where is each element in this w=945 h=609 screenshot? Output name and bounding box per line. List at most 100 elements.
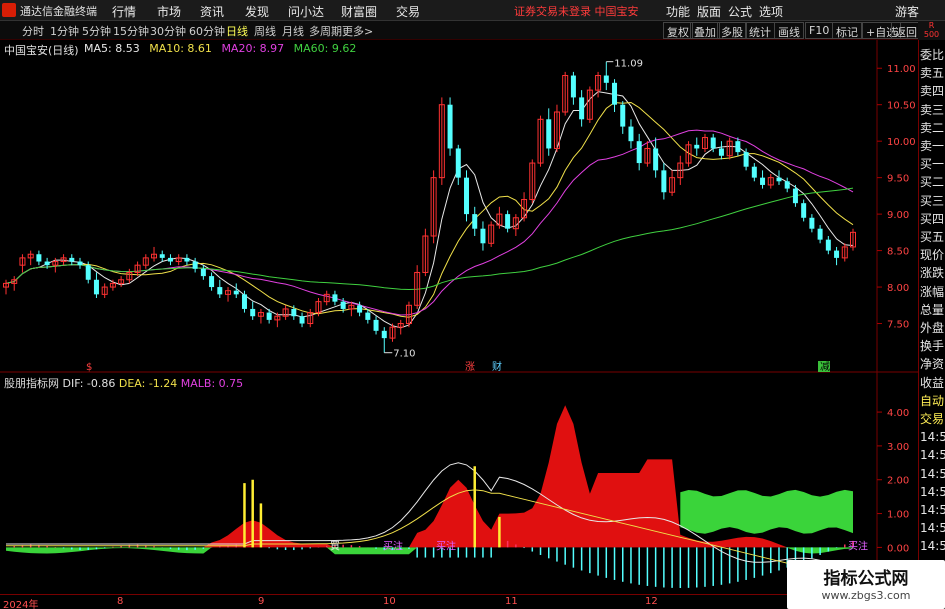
period-tab-8[interactable]: 月线	[282, 23, 304, 39]
candle-body	[603, 75, 609, 83]
event-marker-0: $	[86, 362, 92, 373]
date-axis: 2024年 8 9 10 11 12	[0, 594, 918, 609]
side-item-27[interactable]: 14:56	[920, 537, 945, 555]
menu-0[interactable]: 行情	[112, 3, 136, 20]
price-tick-label: 10.50	[887, 101, 916, 112]
right-menu-0[interactable]: 功能	[666, 3, 690, 20]
user-label[interactable]: 游客	[895, 3, 919, 20]
side-item-12[interactable]: 涨跌	[920, 264, 945, 282]
indicator-name[interactable]: 股朋指标网	[4, 377, 59, 390]
side-item-15[interactable]: 外盘	[920, 319, 945, 337]
side-item-22[interactable]: 14:56	[920, 446, 945, 464]
menu-2[interactable]: 资讯	[200, 3, 224, 20]
side-item-9[interactable]: 买四	[920, 210, 945, 228]
ma-legend: MA5: 8.53 MA10: 8.61 MA20: 8.97 MA60: 9.…	[84, 42, 362, 55]
login-status[interactable]: 证券交易未登录 中国宝安	[514, 3, 639, 19]
watermark: 指标公式网 www.zbgs3.com	[787, 560, 945, 609]
period-tab-1[interactable]: 1分钟	[50, 23, 79, 39]
side-item-10[interactable]: 买五	[920, 228, 945, 246]
candle-body	[217, 287, 223, 295]
toolbar-button-4[interactable]: 画线	[774, 22, 804, 39]
side-item-4[interactable]: 卖二	[920, 119, 945, 137]
right-menu-2[interactable]: 公式	[728, 3, 752, 20]
period-tab-2[interactable]: 5分钟	[82, 23, 111, 39]
candle-body	[85, 265, 91, 280]
date-tick-0: 2024年	[3, 600, 39, 609]
side-item-21[interactable]: 14:56	[920, 428, 945, 446]
toolbar-button-8[interactable]: 返回	[891, 22, 921, 39]
side-item-17[interactable]: 净资	[920, 355, 945, 373]
toolbar-button-2[interactable]: 多股	[717, 22, 747, 39]
toolbar-button-3[interactable]: 统计	[745, 22, 775, 39]
toolbar-button-0[interactable]: 复权	[663, 22, 693, 39]
period-tab-4[interactable]: 30分钟	[150, 23, 186, 39]
side-item-0[interactable]: 委比	[920, 46, 945, 64]
period-tab-10[interactable]: 更多>	[342, 23, 373, 39]
period-tab-9[interactable]: 多周期	[309, 23, 342, 39]
side-item-13[interactable]: 涨幅	[920, 283, 945, 301]
malb-label: MALB: 0.75	[180, 377, 244, 390]
indicator-title: 股朋指标网 DIF: -0.86 DEA: -1.24 MALB: 0.75	[4, 375, 243, 391]
candle-body	[69, 257, 75, 262]
side-item-23[interactable]: 14:56	[920, 465, 945, 483]
date-tick-1: 8	[117, 596, 124, 607]
candle-body	[480, 228, 486, 244]
low-price-label: 7.10	[393, 349, 415, 360]
side-item-2[interactable]: 卖四	[920, 82, 945, 100]
candle-body	[809, 217, 815, 229]
menu-6[interactable]: 交易	[396, 3, 420, 20]
side-item-19[interactable]: 自动	[920, 392, 945, 410]
candle-body	[718, 148, 724, 156]
date-tick-3: 10	[383, 596, 396, 607]
candle-body	[93, 279, 99, 295]
side-item-8[interactable]: 买三	[920, 192, 945, 210]
ind-tick-label: 0.00	[887, 543, 909, 554]
side-item-11[interactable]: 现价	[920, 246, 945, 264]
side-item-7[interactable]: 买二	[920, 173, 945, 191]
quote-side-panel: 委比 卖五 卖四 卖三 卖二 卖一 买一 买二 买三 买四 买五 现价 涨跌 涨幅 总量 外盘 换手 净资 收益 自动…	[918, 40, 945, 609]
event-marker-1: 涨	[465, 361, 475, 373]
menu-5[interactable]: 财富圈	[341, 3, 377, 20]
right-menu-3[interactable]: 选项	[759, 3, 783, 20]
menu-3[interactable]: 发现	[245, 3, 269, 20]
candle-body	[743, 152, 749, 167]
candle-body	[77, 261, 83, 266]
candle-body	[200, 268, 206, 277]
side-item-24[interactable]: 14:56	[920, 483, 945, 501]
price-tick-label: 11.00	[887, 64, 916, 75]
toolbar-button-6[interactable]: 标记	[832, 22, 862, 39]
side-item-1[interactable]: 卖五	[920, 64, 945, 82]
candle-body	[381, 330, 387, 339]
side-item-26[interactable]: 14:56	[920, 519, 945, 537]
signal-label-3: 买注	[848, 539, 868, 552]
side-item-3[interactable]: 卖三	[920, 101, 945, 119]
side-item-25[interactable]: 14:56	[920, 501, 945, 519]
side-item-5[interactable]: 卖一	[920, 137, 945, 155]
right-menu-1[interactable]: 版面	[697, 3, 721, 20]
toolbar-button-5[interactable]: F10	[805, 22, 834, 39]
dea-label: DEA: -1.24	[118, 377, 178, 390]
candle-body	[612, 82, 618, 105]
kline-chart[interactable]: 11.00 10.50 10.00 9.50 9.00 8.50 8.00 7.50 11.09…	[0, 40, 918, 594]
menu-1[interactable]: 市场	[157, 3, 181, 20]
candle-body	[579, 97, 585, 120]
ind-tick-label: 2.00	[887, 476, 909, 487]
side-item-16[interactable]: 换手	[920, 337, 945, 355]
period-tab-6[interactable]: 日线	[226, 23, 248, 39]
side-item-14[interactable]: 总量	[920, 301, 945, 319]
dif-label: DIF: -0.86	[62, 377, 116, 390]
candle-body	[694, 144, 700, 149]
candle-body	[192, 261, 198, 269]
period-tab-3[interactable]: 15分钟	[113, 23, 149, 39]
price-tick-label: 7.50	[887, 320, 909, 331]
signal-label-2: 买注	[436, 539, 456, 552]
candle-body	[801, 203, 807, 218]
toolbar-button-1[interactable]: 叠加	[690, 22, 720, 39]
menu-4[interactable]: 问小达	[288, 3, 324, 20]
period-tab-7[interactable]: 周线	[254, 23, 276, 39]
side-item-20[interactable]: 交易	[920, 410, 945, 428]
side-item-18[interactable]: 收益	[920, 374, 945, 392]
period-tab-5[interactable]: 60分钟	[189, 23, 225, 39]
period-tab-0[interactable]: 分时	[22, 23, 44, 39]
side-item-6[interactable]: 买一	[920, 155, 945, 173]
